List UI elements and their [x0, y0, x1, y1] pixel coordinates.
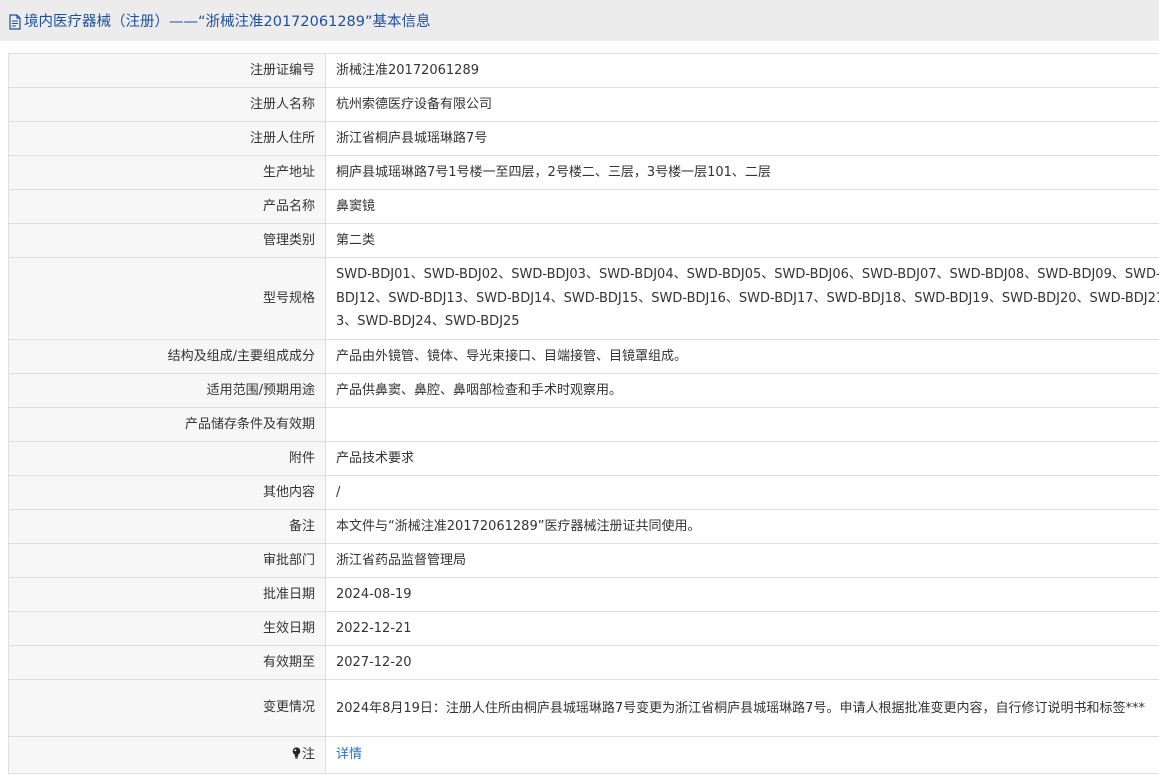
info-table-container: 注册证编号 浙械注准20172061289 注册人名称 杭州索德医疗设备有限公司… [8, 53, 1159, 774]
note-label-cell: 注 [8, 736, 326, 774]
document-icon [9, 13, 21, 30]
row-value: 2024年8月19日：注册人住所由桐庐县城瑶琳路7号变更为浙江省桐庐县城瑶琳路7… [325, 679, 1159, 737]
row-value: 产品技术要求 [325, 441, 1159, 476]
row-value: 2024-08-19 [325, 577, 1159, 612]
table-row: 批准日期 2024-08-19 [8, 577, 1159, 612]
basic-info-table: 注册证编号 浙械注准20172061289 注册人名称 杭州索德医疗设备有限公司… [8, 53, 1159, 774]
row-value [325, 407, 1159, 442]
row-value: 鼻窦镜 [325, 189, 1159, 224]
row-label: 生效日期 [8, 611, 326, 646]
row-label: 注册证编号 [8, 53, 326, 88]
row-label: 结构及组成/主要组成成分 [8, 339, 326, 374]
row-label: 型号规格 [8, 257, 326, 340]
row-value: 浙械注准20172061289 [325, 53, 1159, 88]
row-label: 审批部门 [8, 543, 326, 578]
table-row: 注册人名称 杭州索德医疗设备有限公司 [8, 87, 1159, 122]
row-value: 浙江省药品监督管理局 [325, 543, 1159, 578]
table-row: 产品储存条件及有效期 [8, 407, 1159, 442]
row-label: 生产地址 [8, 155, 326, 190]
table-row: 生效日期 2022-12-21 [8, 611, 1159, 646]
row-label: 备注 [8, 509, 326, 544]
row-value: 2027-12-20 [325, 645, 1159, 680]
table-row: 其他内容 / [8, 475, 1159, 510]
row-label: 批准日期 [8, 577, 326, 612]
table-row: 有效期至 2027-12-20 [8, 645, 1159, 680]
row-value: 桐庐县城瑶琳路7号1号楼一至四层，2号楼二、三层，3号楼一层101、二层 [325, 155, 1159, 190]
row-label: 管理类别 [8, 223, 326, 258]
model-spec-list: SWD-BDJ01、SWD-BDJ02、SWD-BDJ03、SWD-BDJ04、… [336, 267, 1159, 330]
table-row: 适用范围/预期用途 产品供鼻窦、鼻腔、鼻咽部检查和手术时观察用。 [8, 373, 1159, 408]
row-value: 本文件与“浙械注准20172061289”医疗器械注册证共同使用。 [325, 509, 1159, 544]
table-row: 生产地址 桐庐县城瑶琳路7号1号楼一至四层，2号楼二、三层，3号楼一层101、二… [8, 155, 1159, 190]
page-title-bar: 境内医疗器械（注册）——“浙械注准20172061289”基本信息 [0, 0, 1159, 41]
row-label: 注册人名称 [8, 87, 326, 122]
row-label: 有效期至 [8, 645, 326, 680]
note-label: 注 [301, 747, 315, 762]
row-value: 产品供鼻窦、鼻腔、鼻咽部检查和手术时观察用。 [325, 373, 1159, 408]
row-label: 产品名称 [8, 189, 326, 224]
table-row: 附件 产品技术要求 [8, 441, 1159, 476]
table-row: 备注 本文件与“浙械注准20172061289”医疗器械注册证共同使用。 [8, 509, 1159, 544]
row-value: 2022-12-21 [325, 611, 1159, 646]
details-link[interactable]: 详情 [336, 747, 362, 762]
lightbulb-icon [292, 747, 301, 759]
row-label: 适用范围/预期用途 [8, 373, 326, 408]
table-row: 结构及组成/主要组成成分 产品由外镜管、镜体、导光束接口、目端接管、目镜罩组成。 [8, 339, 1159, 374]
row-value: SWD-BDJ01、SWD-BDJ02、SWD-BDJ03、SWD-BDJ04、… [325, 257, 1159, 340]
table-row: 变更情况 2024年8月19日：注册人住所由桐庐县城瑶琳路7号变更为浙江省桐庐县… [8, 679, 1159, 737]
row-label: 产品储存条件及有效期 [8, 407, 326, 442]
row-label: 注册人住所 [8, 121, 326, 156]
table-row: 型号规格 SWD-BDJ01、SWD-BDJ02、SWD-BDJ03、SWD-B… [8, 257, 1159, 340]
row-value: 产品由外镜管、镜体、导光束接口、目端接管、目镜罩组成。 [325, 339, 1159, 374]
table-row: 注册人住所 浙江省桐庐县城瑶琳路7号 [8, 121, 1159, 156]
row-value: 杭州索德医疗设备有限公司 [325, 87, 1159, 122]
table-row: 注 详情 [8, 736, 1159, 774]
row-value: 浙江省桐庐县城瑶琳路7号 [325, 121, 1159, 156]
table-row: 管理类别 第二类 [8, 223, 1159, 258]
change-description: 2024年8月19日：注册人住所由桐庐县城瑶琳路7号变更为浙江省桐庐县城瑶琳路7… [336, 700, 1145, 716]
row-value: / [325, 475, 1159, 510]
row-value: 第二类 [325, 223, 1159, 258]
page-title: 境内医疗器械（注册）——“浙械注准20172061289”基本信息 [24, 14, 431, 30]
table-row: 产品名称 鼻窦镜 [8, 189, 1159, 224]
table-row: 注册证编号 浙械注准20172061289 [8, 53, 1159, 88]
row-label: 变更情况 [8, 679, 326, 737]
row-label: 附件 [8, 441, 326, 476]
table-row: 审批部门 浙江省药品监督管理局 [8, 543, 1159, 578]
note-value-cell: 详情 [325, 736, 1159, 774]
row-label: 其他内容 [8, 475, 326, 510]
